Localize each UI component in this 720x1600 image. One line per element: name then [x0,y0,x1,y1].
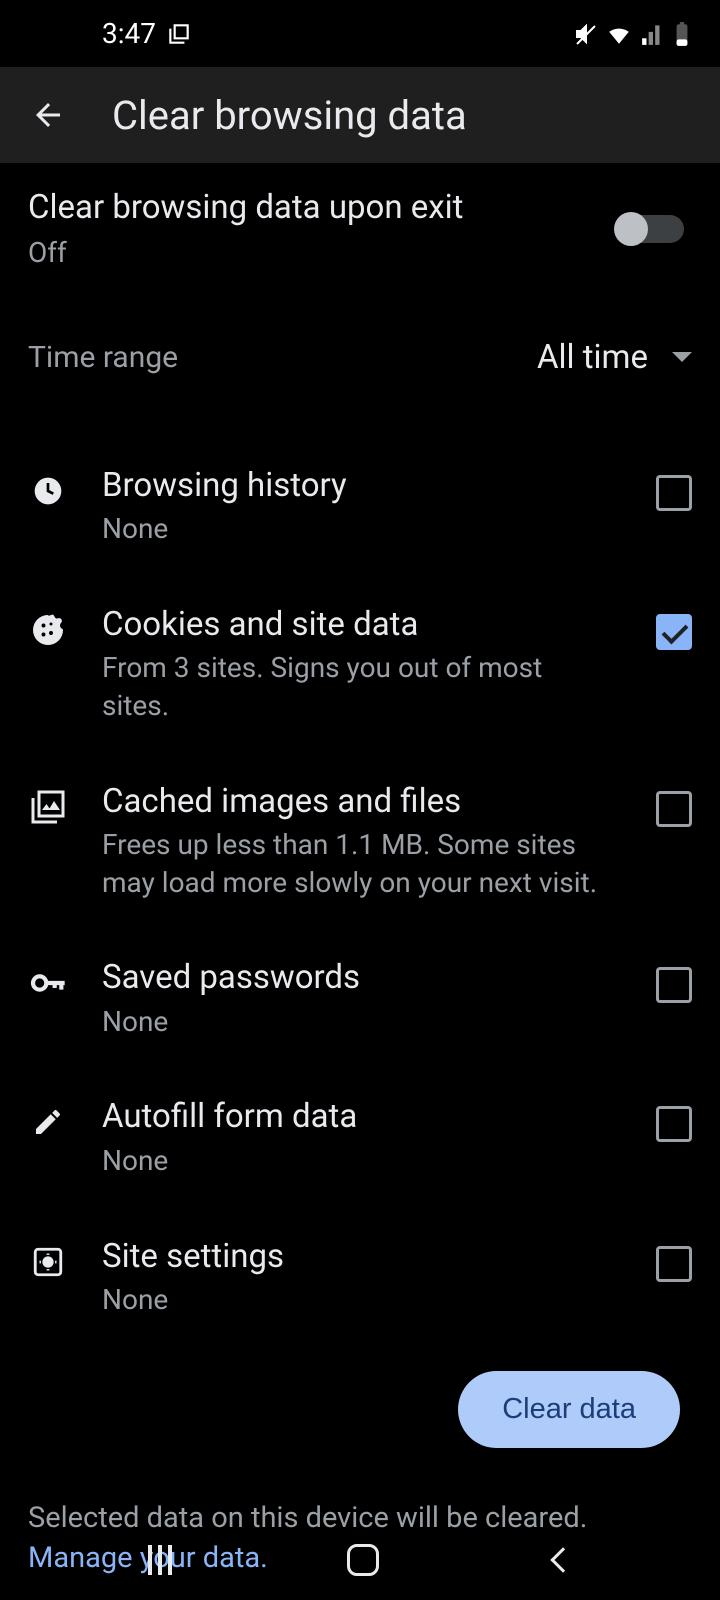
status-right [574,21,690,47]
switch-thumb [614,212,648,246]
data-type-item[interactable]: Cookies and site dataFrom 3 sites. Signs… [0,576,720,753]
item-title: Cookies and site data [102,604,612,645]
item-title: Autofill form data [102,1096,612,1137]
time-range-label: Time range [28,340,178,375]
screenshot-icon [166,21,192,47]
item-body: Browsing history None [102,465,622,548]
time-range-value: All time [537,338,648,377]
data-type-item[interactable]: Browsing history None [0,437,720,576]
item-checkbox[interactable] [656,1246,692,1282]
item-body: Cookies and site dataFrom 3 sites. Signs… [102,604,622,725]
clear-on-exit-switch[interactable] [616,215,684,243]
clear-data-button[interactable]: Clear data [458,1371,680,1448]
data-type-item[interactable]: Site settings None [0,1208,720,1347]
clear-on-exit-row[interactable]: Clear browsing data upon exit Off [0,163,720,290]
status-bar: 3:47 [0,0,720,67]
item-body: Site settings None [102,1236,622,1319]
item-subtitle: From 3 sites. Signs you out of most site… [102,649,612,725]
data-type-item[interactable]: Saved passwords None [0,929,720,1068]
data-type-item[interactable]: Autofill form data None [0,1068,720,1207]
clear-on-exit-title: Clear browsing data upon exit [28,187,616,230]
data-type-list: Browsing history None Cookies and site dat… [0,407,720,1347]
item-body: Saved passwords None [102,957,622,1040]
data-type-item[interactable]: Cached images and filesFrees up less tha… [0,753,720,930]
battery-icon [674,21,690,47]
item-checkbox[interactable] [656,967,692,1003]
time-range-row[interactable]: Time range All time [0,290,720,407]
item-checkbox[interactable] [656,791,692,827]
item-body: Cached images and filesFrees up less tha… [102,781,622,902]
item-title: Site settings [102,1236,612,1277]
clock-icon [28,471,68,511]
cookie-icon [28,610,68,650]
nav-recents-button[interactable] [148,1545,172,1575]
item-title: Saved passwords [102,957,612,998]
status-time: 3:47 [102,17,156,50]
item-subtitle: None [102,510,612,548]
key-icon [28,963,68,1003]
mute-icon [574,22,598,46]
item-checkbox[interactable] [656,1106,692,1142]
item-subtitle: None [102,1142,612,1180]
chevron-down-icon [672,352,692,362]
signal-icon [640,21,666,47]
pencil-icon [28,1102,68,1142]
clear-button-row: Clear data [0,1347,720,1472]
item-subtitle: None [102,1003,612,1041]
image-icon [28,787,68,827]
clear-on-exit-status: Off [28,234,616,272]
system-nav-bar [0,1520,720,1600]
item-subtitle: None [102,1281,612,1319]
nav-back-button[interactable] [551,1547,576,1572]
status-left: 3:47 [102,17,192,50]
page-title: Clear browsing data [112,92,467,139]
time-range-dropdown[interactable]: All time [537,338,692,377]
item-body: Autofill form data None [102,1096,622,1179]
item-checkbox[interactable] [656,475,692,511]
item-title: Browsing history [102,465,612,506]
item-checkbox[interactable] [656,614,692,650]
app-bar: Clear browsing data [0,67,720,163]
settings-icon [28,1242,68,1282]
back-button[interactable] [24,91,72,139]
item-title: Cached images and files [102,781,612,822]
arrow-back-icon [30,97,66,133]
wifi-icon [606,21,632,47]
nav-home-button[interactable] [347,1544,379,1576]
item-subtitle: Frees up less than 1.1 MB. Some sites ma… [102,826,612,902]
